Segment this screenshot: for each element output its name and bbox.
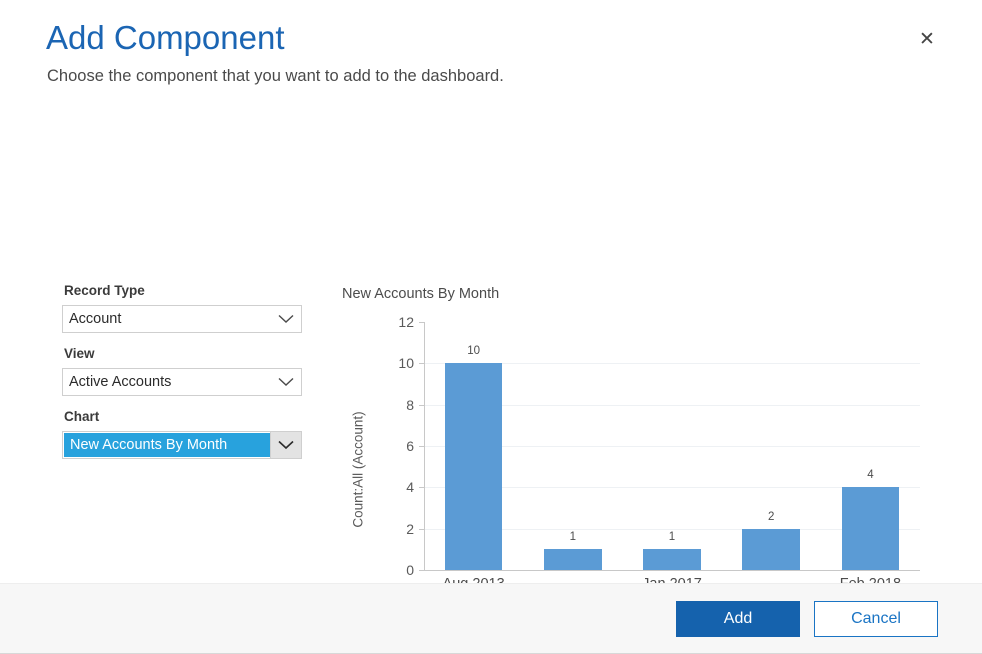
chart-value: New Accounts By Month xyxy=(64,433,270,457)
dialog-footer: Add Cancel xyxy=(0,583,982,654)
chart-y-tick-label: 8 xyxy=(382,397,414,413)
field-chart: Chart New Accounts By Month xyxy=(62,408,302,459)
chart-y-tick-label: 0 xyxy=(382,562,414,578)
chart-bar-value-label: 4 xyxy=(867,469,873,481)
chart-bar[interactable] xyxy=(842,487,900,570)
chart-preview: New Accounts By Month Count:All (Account… xyxy=(340,284,940,634)
chart-y-tick-mark xyxy=(419,322,424,323)
record-type-value: Account xyxy=(63,306,271,332)
chart-y-tick-label: 12 xyxy=(382,314,414,330)
chevron-down-icon xyxy=(270,432,301,458)
chart-y-tick-mark xyxy=(419,446,424,447)
chart-bar-value-label: 1 xyxy=(669,531,675,543)
chart-y-tick-mark xyxy=(419,487,424,488)
chevron-down-icon xyxy=(271,369,301,395)
chart-bar[interactable] xyxy=(742,529,800,570)
chart-y-tick-label: 10 xyxy=(382,355,414,371)
cancel-button[interactable]: Cancel xyxy=(814,601,938,637)
chart-title: New Accounts By Month xyxy=(342,284,940,304)
field-record-type: Record Type Account xyxy=(62,282,302,333)
chart-select[interactable]: New Accounts By Month xyxy=(62,431,302,459)
chart-y-tick-mark xyxy=(419,363,424,364)
dialog-subtitle: Choose the component that you want to ad… xyxy=(47,64,938,88)
record-type-select[interactable]: Account xyxy=(62,305,302,333)
chart-label: Chart xyxy=(64,408,302,426)
dialog-body: Record Type Account View Active Accounts xyxy=(0,88,982,654)
record-type-label: Record Type xyxy=(64,282,302,300)
chart-y-tick-label: 4 xyxy=(382,479,414,495)
page-title: Add Component xyxy=(46,18,938,58)
chart-bar[interactable] xyxy=(445,363,503,570)
chart-bar[interactable] xyxy=(544,549,602,570)
dialog-header: Add Component Choose the component that … xyxy=(0,0,982,88)
add-button[interactable]: Add xyxy=(676,601,800,637)
chart-bar-value-label: 10 xyxy=(467,345,480,357)
chart-y-axis-label: Count:All (Account) xyxy=(351,380,366,560)
chart-x-axis-line xyxy=(424,570,920,571)
field-view: View Active Accounts xyxy=(62,345,302,396)
chart-y-tick-label: 2 xyxy=(382,521,414,537)
chart-y-tick-mark xyxy=(419,405,424,406)
chevron-down-icon xyxy=(271,306,301,332)
component-form: Record Type Account View Active Accounts xyxy=(62,282,302,471)
chart-bar[interactable] xyxy=(643,549,701,570)
chart-y-tick-mark xyxy=(419,570,424,571)
add-component-dialog: Add Component Choose the component that … xyxy=(0,0,982,654)
view-select[interactable]: Active Accounts xyxy=(62,368,302,396)
chart-y-tick-label: 6 xyxy=(382,438,414,454)
chart-bar-value-label: 1 xyxy=(570,531,576,543)
chart-y-tick-mark xyxy=(419,529,424,530)
close-icon[interactable]: ✕ xyxy=(916,28,938,50)
view-label: View xyxy=(64,345,302,363)
view-value: Active Accounts xyxy=(63,369,271,395)
chart-bar-value-label: 2 xyxy=(768,511,774,523)
